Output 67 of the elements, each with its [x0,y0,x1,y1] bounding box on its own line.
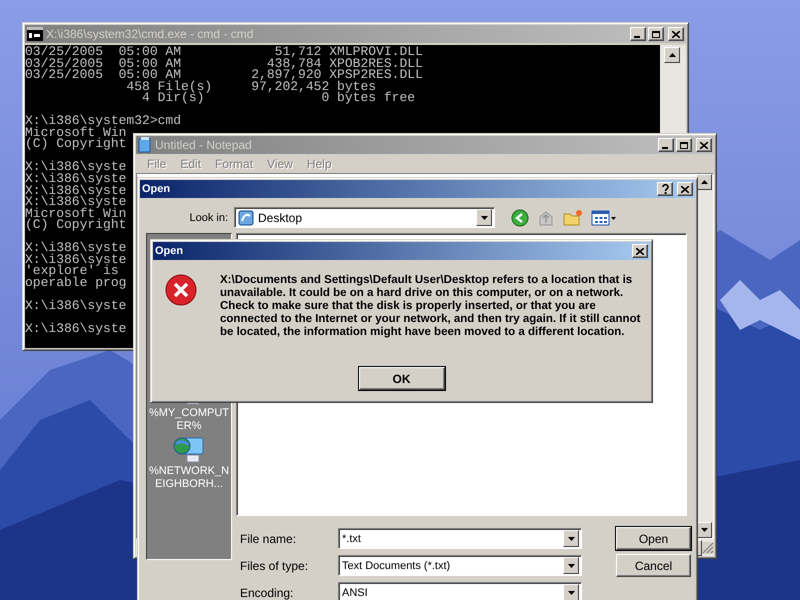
notepad-icon [138,137,152,153]
input-field[interactable]: ANSI [338,582,582,600]
console-line: X:\i386\system32>cmd [25,115,182,127]
console-line: 'explore' is [25,265,119,277]
console-line: 03/25/2005 05:00 AM 51,712 XMLPROVI.DLL [25,46,423,58]
error-icon [165,274,197,306]
close-icon [636,248,644,254]
dialog-button[interactable]: Open [616,527,691,550]
help-button[interactable] [657,182,673,196]
console-line: Microsoft Win [25,208,126,220]
dialog-title: Open [142,183,170,195]
dropdown-button[interactable] [476,209,492,226]
network-computer-icon [173,435,205,465]
help-icon [662,184,668,194]
close-button[interactable] [677,182,693,196]
input-field[interactable]: *.txt [338,528,582,549]
window-title: X:\i386\system32\cmd.exe - cmd - cmd [46,27,254,41]
console-line: (C) Copyright [25,219,126,231]
field-label: Encoding: [239,586,294,600]
dropdown-button[interactable] [563,557,579,574]
close-icon [672,30,680,38]
console-line: X:\i386\syste [25,196,126,208]
close-icon [681,186,689,192]
field-label: Files of type: [239,558,310,572]
console-line: X:\i386\syste [25,242,126,254]
console-line: 03/25/2005 05:00 AM 2,897,920 XPSP2RES.DLL [25,69,423,81]
console-line: X:\i386\syste [25,300,126,312]
desktop-icon [238,210,254,226]
console-line: X:\i386\syste [25,323,126,335]
caret-icon [480,216,488,220]
console-line: operable prog [25,276,126,288]
scroll-up-button[interactable] [696,174,712,190]
console-icon [27,27,43,41]
close-icon [700,142,708,148]
caret-icon [568,590,574,594]
dropdown-button[interactable] [563,530,579,547]
up-arrow-icon [668,53,676,57]
ok-button[interactable]: OK [358,367,444,390]
window-title: Untitled - Notepad [155,138,252,152]
view-menu-icon[interactable] [591,208,617,226]
console-line: X:\i386\syste [25,161,126,174]
maximize-icon [652,30,660,38]
dialog-title: Open [155,245,184,257]
dropdown-button[interactable] [563,584,579,600]
caret-icon [568,564,574,568]
console-line: 458 File(s) 97,202,452 bytes [125,80,376,92]
down-arrow-icon [700,528,708,532]
console-line: X:\i386\syste [25,254,126,266]
scroll-up-button[interactable] [664,47,680,63]
console-line: 03/25/2005 05:00 AM 438,784 XPOB2RES.DLL [25,58,423,70]
console-line: X:\i386\syste [25,173,126,185]
error-message: X:\Documents and Settings\Default User\Desktop refers to a location that is unavailable. It could be on a hard drive on this computer, or on a network. Check to make sure that the disk is properly inserted, or that you are connected to the Internet or your network, and then try again. If it still cannot be located, the information might have been moved to a different location. [220,274,642,339]
console-line: (C) Copyright [25,138,126,150]
console-line: Microsoft Win [25,126,126,138]
dialog-button[interactable]: Cancel [616,554,691,577]
maximize-icon [680,142,688,148]
console-line: 4 Dir(s) 0 bytes free [142,92,416,104]
look-in-dropdown[interactable]: Desktop [234,207,495,228]
up-arrow-icon [700,180,708,184]
look-in-label: Look in: [188,212,229,224]
resize-grip-icon[interactable] [702,542,714,554]
field-label: File name: [239,532,298,546]
back-icon[interactable] [511,208,529,226]
place-item[interactable]: %NETWORK_NEIGHBORH... [147,435,231,491]
console-line: X:\i386\syste [25,184,126,196]
input-field[interactable]: Text Documents (*.txt) [338,555,582,576]
close-button[interactable] [632,244,648,258]
